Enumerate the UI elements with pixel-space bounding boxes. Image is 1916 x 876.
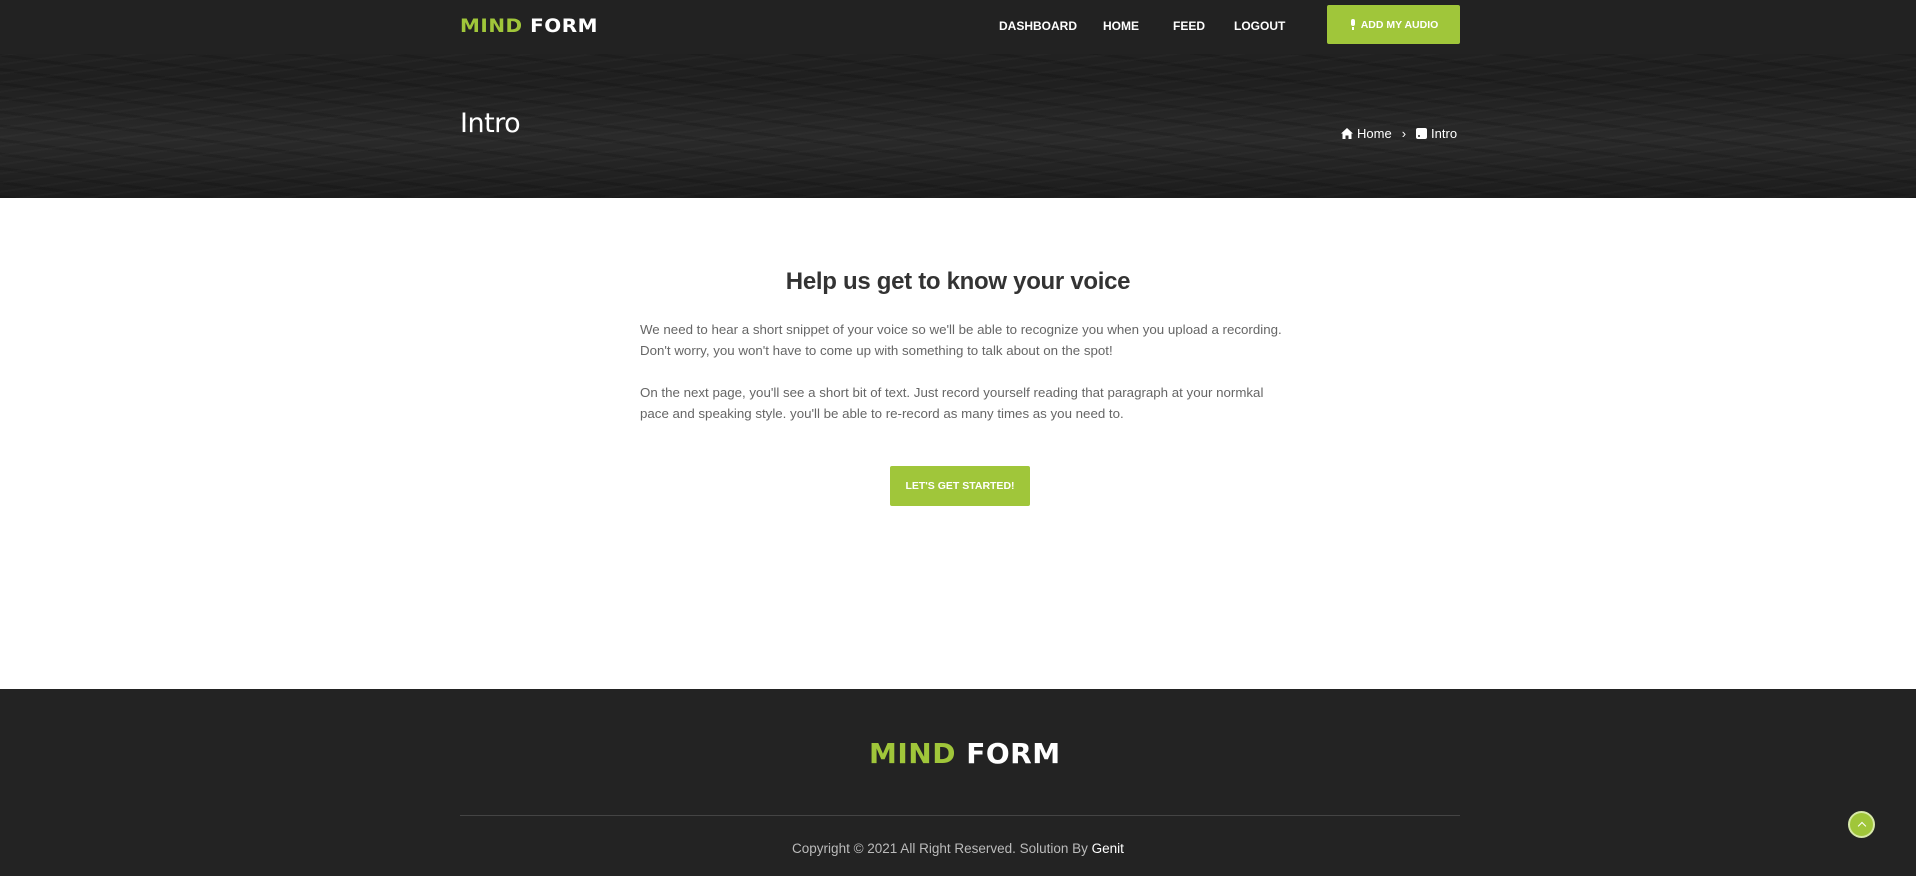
logo-part-mind: MIND [460,15,523,37]
nav-home[interactable]: HOME [1103,19,1139,33]
breadcrumb-home[interactable]: Home [1357,126,1392,141]
nav-logout[interactable]: LOGOUT [1234,19,1285,33]
add-my-audio-button[interactable]: ADD MY AUDIO [1327,5,1460,44]
footer-logo-part-mind: MIND [869,737,956,770]
chevron-right-icon: › [1401,126,1407,141]
site-logo[interactable]: MIND FORM [460,15,598,37]
copyright-text: Copyright © 2021 All Right Reserved. Sol… [792,841,1092,856]
chevron-up-icon [1857,821,1866,831]
intro-heading: Help us get to know your voice [785,268,1131,295]
footer-logo[interactable]: MIND FORM [869,737,1061,770]
home-icon [1341,128,1353,139]
intro-paragraph-1: We need to hear a short snippet of your … [640,322,1282,358]
page-title: Intro [460,108,521,139]
breadcrumb-current: Intro [1431,126,1458,141]
breadcrumb: Home › Intro [1341,126,1457,141]
rss-icon [1416,128,1428,139]
copyright: Copyright © 2021 All Right Reserved. Sol… [0,841,1916,856]
intro-paragraph-2: On the next page, you'll see a short bit… [640,385,1264,421]
footer-divider [460,815,1460,816]
footer: MIND FORM Copyright © 2021 All Right Res… [0,689,1916,876]
scroll-to-top-button[interactable] [1848,811,1875,838]
nav-dashboard[interactable]: DASHBOARD [999,19,1077,33]
add-my-audio-label: ADD MY AUDIO [1360,18,1439,31]
top-navbar [0,0,1916,54]
genit-link[interactable]: Genit [1092,841,1124,856]
logo-part-form: FORM [530,15,599,37]
get-started-button[interactable]: LET'S GET STARTED! [890,466,1030,506]
footer-logo-part-form: FORM [966,737,1061,770]
microphone-icon [1349,18,1357,31]
nav-feed[interactable]: FEED [1173,19,1205,33]
